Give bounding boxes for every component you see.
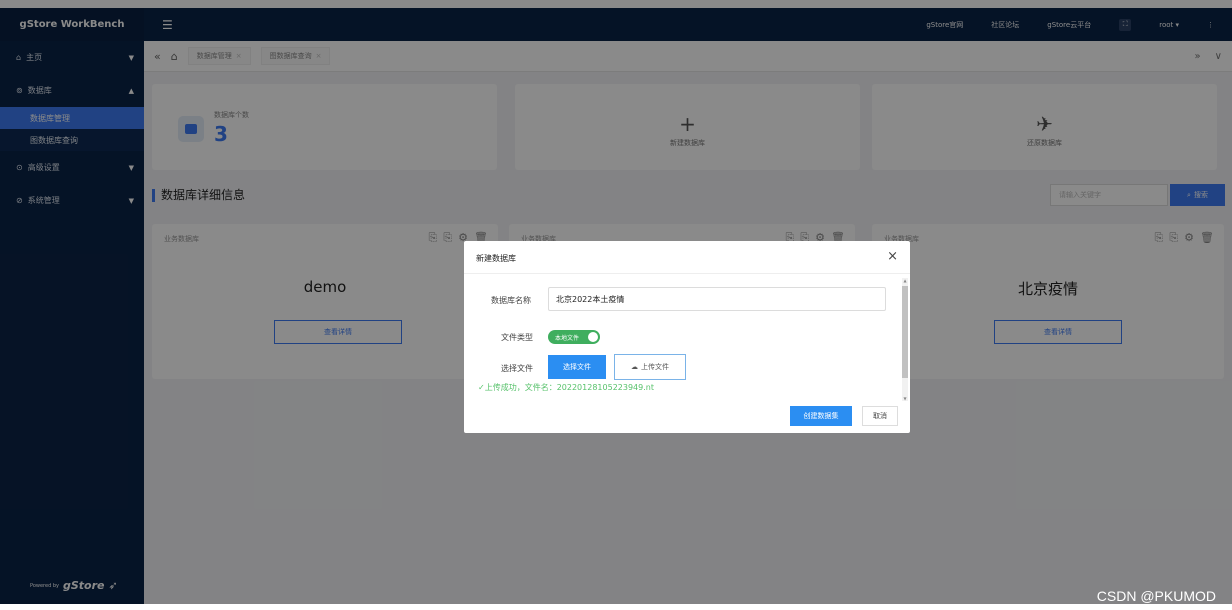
divider <box>464 273 910 274</box>
dialog-scrollbar[interactable]: ▲ ▼ <box>902 278 908 401</box>
cloud-upload-icon: ☁ <box>631 363 638 371</box>
toggle-knob <box>588 332 598 342</box>
dialog-title: 新建数据库 <box>476 254 516 263</box>
db-name-input[interactable]: 北京2022本土疫情 <box>548 287 886 311</box>
upload-success-message: ✓上传成功，文件名：20220128105223949.nt <box>478 383 654 392</box>
upload-file-button[interactable]: ☁ 上传文件 <box>614 354 686 380</box>
select-file-label: 选择文件 <box>501 364 533 373</box>
new-db-dialog: 新建数据库 × 数据库名称 北京2022本土疫情 文件类型 本地文件 选择文件 … <box>464 241 910 433</box>
scroll-down-icon[interactable]: ▼ <box>902 396 908 401</box>
close-icon[interactable]: × <box>887 249 898 264</box>
file-type-toggle[interactable]: 本地文件 <box>548 330 600 344</box>
db-name-label: 数据库名称 <box>491 296 531 305</box>
file-type-label: 文件类型 <box>501 333 533 342</box>
scroll-up-icon[interactable]: ▲ <box>902 278 908 283</box>
scroll-thumb[interactable] <box>902 286 908 378</box>
watermark: CSDN @PKUMOD <box>1096 588 1216 604</box>
choose-file-button[interactable]: 选择文件 <box>548 355 606 379</box>
cancel-button[interactable]: 取消 <box>862 406 898 426</box>
create-dataset-button[interactable]: 创建数据集 <box>790 406 852 426</box>
